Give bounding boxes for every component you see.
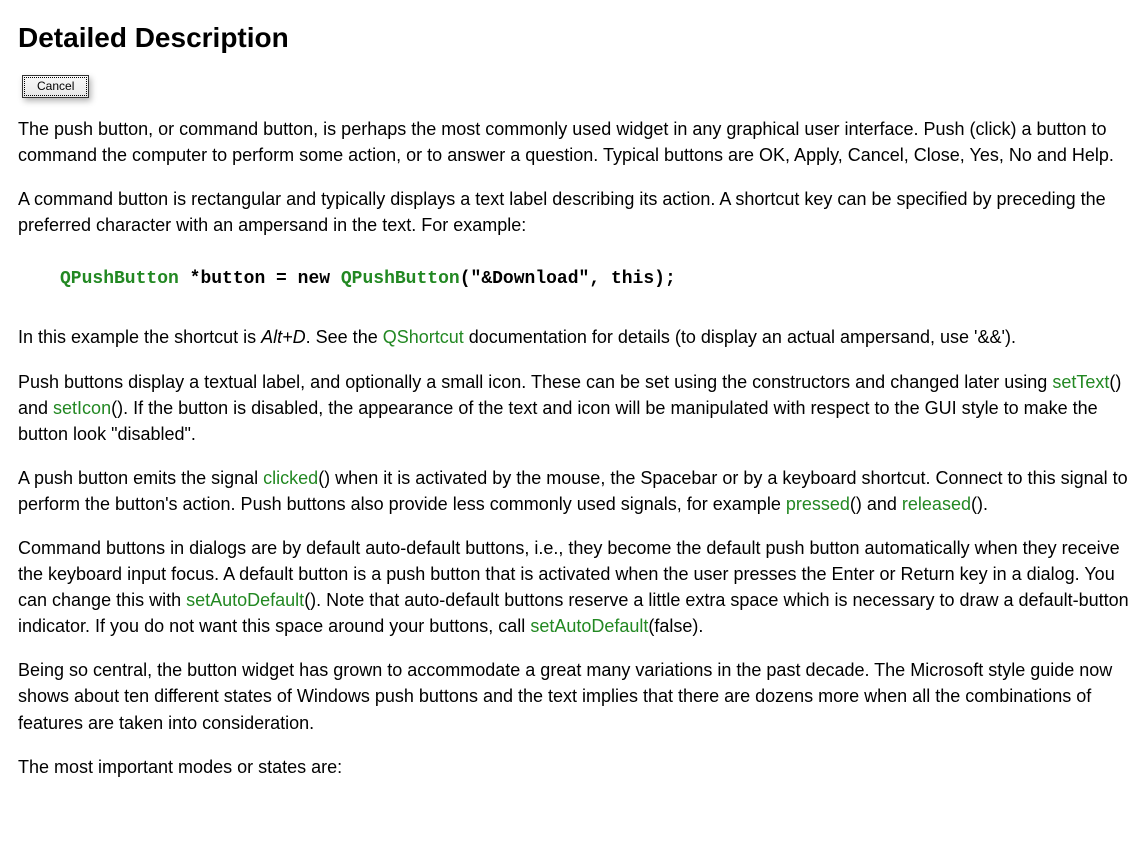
code-token: "&Download" bbox=[471, 269, 590, 289]
code-token: ( bbox=[460, 269, 471, 289]
link-released[interactable]: released bbox=[902, 494, 971, 514]
link-clicked[interactable]: clicked bbox=[263, 468, 318, 488]
text: Push buttons display a textual label, an… bbox=[18, 372, 1052, 392]
text: In this example the shortcut is bbox=[18, 327, 261, 347]
code-token bbox=[330, 269, 341, 289]
code-token: QPushButton bbox=[60, 269, 179, 289]
link-seticon[interactable]: setIcon bbox=[53, 398, 111, 418]
cancel-button-demo: Cancel bbox=[22, 75, 89, 98]
paragraph-autodefault: Command buttons in dialogs are by defaul… bbox=[18, 535, 1129, 639]
code-token: ); bbox=[654, 269, 676, 289]
text: (). bbox=[971, 494, 988, 514]
paragraph-shortcut-intro: A command button is rectangular and typi… bbox=[18, 186, 1129, 238]
paragraph-shortcut-detail: In this example the shortcut is Alt+D. S… bbox=[18, 324, 1129, 350]
code-token: * bbox=[179, 269, 201, 289]
code-token: QPushButton bbox=[341, 269, 460, 289]
keyboard-shortcut: Alt+D bbox=[261, 327, 306, 347]
page-title: Detailed Description bbox=[18, 18, 1129, 59]
code-token: new bbox=[298, 269, 330, 289]
code-token: this bbox=[611, 269, 654, 289]
text: A push button emits the signal bbox=[18, 468, 263, 488]
paragraph-signals: A push button emits the signal clicked ()… bbox=[18, 465, 1129, 517]
link-pressed[interactable]: pressed bbox=[786, 494, 850, 514]
text: (). If the button is disabled, the appea… bbox=[18, 398, 1098, 444]
text: (false). bbox=[648, 616, 703, 636]
link-qshortcut[interactable]: QShortcut bbox=[383, 327, 464, 347]
code-token: button bbox=[200, 269, 265, 289]
text: documentation for details (to display an… bbox=[464, 327, 1016, 347]
link-setautodefault-2[interactable]: setAutoDefault bbox=[530, 616, 648, 636]
text: . See the bbox=[306, 327, 383, 347]
code-example: QPushButton *button = new QPushButton("&… bbox=[18, 266, 1129, 292]
text: () and bbox=[850, 494, 902, 514]
link-setautodefault-1[interactable]: setAutoDefault bbox=[186, 590, 304, 610]
paragraph-intro: The push button, or command button, is p… bbox=[18, 116, 1129, 168]
paragraph-label-icon: Push buttons display a textual label, an… bbox=[18, 369, 1129, 447]
paragraph-modes-intro: The most important modes or states are: bbox=[18, 754, 1129, 780]
link-settext[interactable]: setText bbox=[1052, 372, 1109, 392]
code-token: = bbox=[265, 269, 297, 289]
code-token: , bbox=[589, 269, 611, 289]
paragraph-variations: Being so central, the button widget has … bbox=[18, 657, 1129, 735]
